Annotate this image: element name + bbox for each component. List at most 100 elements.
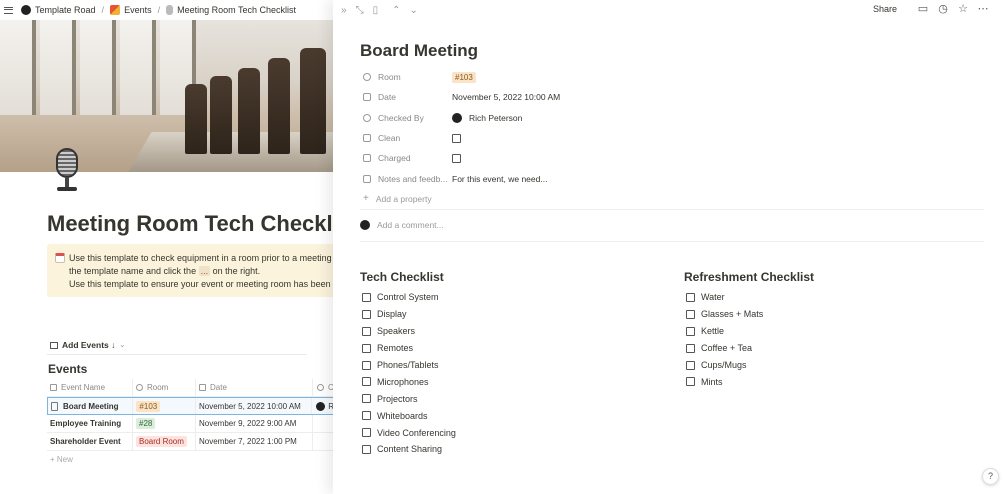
add-property-button[interactable]: + Add a property (360, 189, 990, 209)
callout-line: Use this template to ensure your event o… (69, 278, 333, 291)
table-row[interactable]: Board Meeting #103 November 5, 2022 10:0… (47, 397, 333, 415)
page-microphone-icon[interactable] (52, 148, 82, 192)
todo-checkbox[interactable] (362, 309, 371, 319)
todo-item[interactable]: Glasses + Mats (684, 306, 814, 323)
room-tag: #28 (136, 418, 156, 429)
todo-checkbox[interactable] (362, 326, 371, 336)
property-checked-by[interactable]: Checked By Rich Peterson (360, 108, 990, 128)
menu-icon[interactable] (4, 6, 13, 14)
document-icon (51, 401, 58, 411)
todo-item[interactable]: Water (684, 289, 814, 306)
todo-item[interactable]: Cups/Mugs (684, 357, 814, 374)
breadcrumb-item-template-road[interactable]: Template Road (21, 5, 96, 15)
todo-checkbox[interactable] (686, 326, 695, 336)
charged-checkbox[interactable] (452, 153, 461, 163)
todo-checkbox[interactable] (362, 394, 371, 404)
property-room[interactable]: Room #103 (360, 67, 990, 87)
todo-item[interactable]: Speakers (360, 323, 456, 340)
properties: Room #103 Date November 5, 2022 10:00 AM… (360, 67, 990, 209)
topbar: Template Road / Events / Meeting Room Te… (0, 0, 333, 20)
refreshment-checklist: Refreshment Checklist Water Glasses + Ma… (684, 270, 814, 390)
more-icon[interactable]: ⋯ (977, 3, 989, 15)
todo-checkbox[interactable] (362, 292, 371, 302)
new-row-button[interactable]: + New (47, 451, 333, 468)
property-date[interactable]: Date November 5, 2022 10:00 AM (360, 87, 990, 107)
person-icon (317, 384, 324, 391)
checkbox-property-icon (363, 134, 371, 143)
up-icon[interactable]: ⌃ (392, 5, 400, 16)
history-icon[interactable]: ◷ (937, 3, 949, 15)
page-title: Meeting Room Tech Checklist (47, 211, 333, 236)
calendar-icon (363, 93, 371, 102)
background-page: Template Road / Events / Meeting Room Te… (0, 0, 333, 494)
clean-checkbox[interactable] (452, 133, 461, 143)
select-icon (363, 73, 371, 82)
events-icon (110, 5, 121, 15)
avatar (452, 112, 462, 123)
todo-item[interactable]: Mints (684, 373, 814, 390)
comment-icon[interactable]: ▭ (917, 3, 929, 15)
select-icon (136, 384, 143, 391)
down-icon[interactable]: ⌄ (409, 5, 417, 16)
room-tag: Board Room (136, 436, 187, 447)
breadcrumb-label: Events (124, 5, 152, 15)
todo-item[interactable]: Video Conferencing (360, 424, 456, 441)
property-clean[interactable]: Clean (360, 128, 990, 148)
todo-item[interactable]: Whiteboards (360, 407, 456, 424)
todo-item[interactable]: Content Sharing (360, 441, 456, 458)
todo-checkbox[interactable] (362, 444, 371, 454)
todo-item[interactable]: Display (360, 306, 456, 323)
callout-line: the template name and click the ... on t… (69, 266, 261, 276)
table-header: Event Name Room Date Ch (47, 379, 333, 397)
sidepeek-icon[interactable]: ▯ (373, 5, 379, 16)
add-events-view-button[interactable]: Add Events ↓ ⌄ (50, 340, 125, 350)
todo-checkbox[interactable] (686, 292, 695, 302)
text-icon (50, 384, 57, 391)
events-table: Event Name Room Date Ch Board Meeting #1… (47, 379, 333, 468)
todo-checkbox[interactable] (362, 411, 371, 421)
property-notes[interactable]: Notes and feedb... For this event, we ne… (360, 168, 990, 188)
share-button[interactable]: Share (873, 4, 897, 14)
todo-checkbox[interactable] (362, 360, 371, 370)
help-button[interactable]: ? (982, 468, 999, 485)
breadcrumb-separator: / (101, 5, 105, 15)
breadcrumb-item-events[interactable]: Events (110, 5, 152, 15)
table-row[interactable]: Shareholder Event Board Room November 7,… (47, 433, 333, 451)
microphone-icon (166, 5, 174, 15)
star-icon[interactable]: ☆ (957, 3, 969, 15)
property-charged[interactable]: Charged (360, 148, 990, 168)
tech-checklist: Tech Checklist Control System Display Sp… (360, 270, 456, 458)
database-title: Events (48, 362, 88, 376)
side-peek: » ⤡ ▯ ⌃ ⌄ Share ▭ ◷ ☆ ⋯ Board Meeting Ro… (333, 0, 1005, 494)
todo-checkbox[interactable] (686, 343, 695, 353)
todo-item[interactable]: Coffee + Tea (684, 340, 814, 357)
todo-item[interactable]: Phones/Tablets (360, 357, 456, 374)
date-icon (199, 384, 206, 391)
template-road-icon (21, 5, 31, 15)
todo-checkbox[interactable] (362, 343, 371, 353)
todo-item[interactable]: Projectors (360, 390, 456, 407)
close-peek-icon[interactable]: » (341, 5, 347, 16)
expand-icon[interactable]: ⤡ (356, 5, 364, 16)
todo-checkbox[interactable] (686, 309, 695, 319)
todo-checkbox[interactable] (362, 428, 371, 438)
breadcrumb-item-checklist[interactable]: Meeting Room Tech Checklist (166, 5, 296, 15)
cover-image[interactable] (0, 20, 333, 172)
peek-toolbar: » ⤡ ▯ ⌃ ⌄ Share ▭ ◷ ☆ ⋯ (333, 0, 1005, 20)
peek-title[interactable]: Board Meeting (360, 41, 478, 61)
avatar (316, 401, 326, 411)
todo-item[interactable]: Microphones (360, 373, 456, 390)
todo-checkbox[interactable] (362, 377, 371, 387)
table-row[interactable]: Employee Training #28 November 9, 2022 9… (47, 415, 333, 433)
todo-checkbox[interactable] (686, 360, 695, 370)
todo-checkbox[interactable] (686, 377, 695, 387)
table-icon (50, 341, 58, 349)
breadcrumb-label: Meeting Room Tech Checklist (177, 5, 296, 15)
tech-checklist-title: Tech Checklist (360, 270, 444, 284)
todo-item[interactable]: Remotes (360, 340, 456, 357)
chevron-down-icon: ⌄ (119, 342, 126, 349)
calendar-icon (55, 253, 65, 263)
todo-item[interactable]: Control System (360, 289, 456, 306)
add-comment-input[interactable]: Add a comment... (360, 220, 444, 230)
todo-item[interactable]: Kettle (684, 323, 814, 340)
